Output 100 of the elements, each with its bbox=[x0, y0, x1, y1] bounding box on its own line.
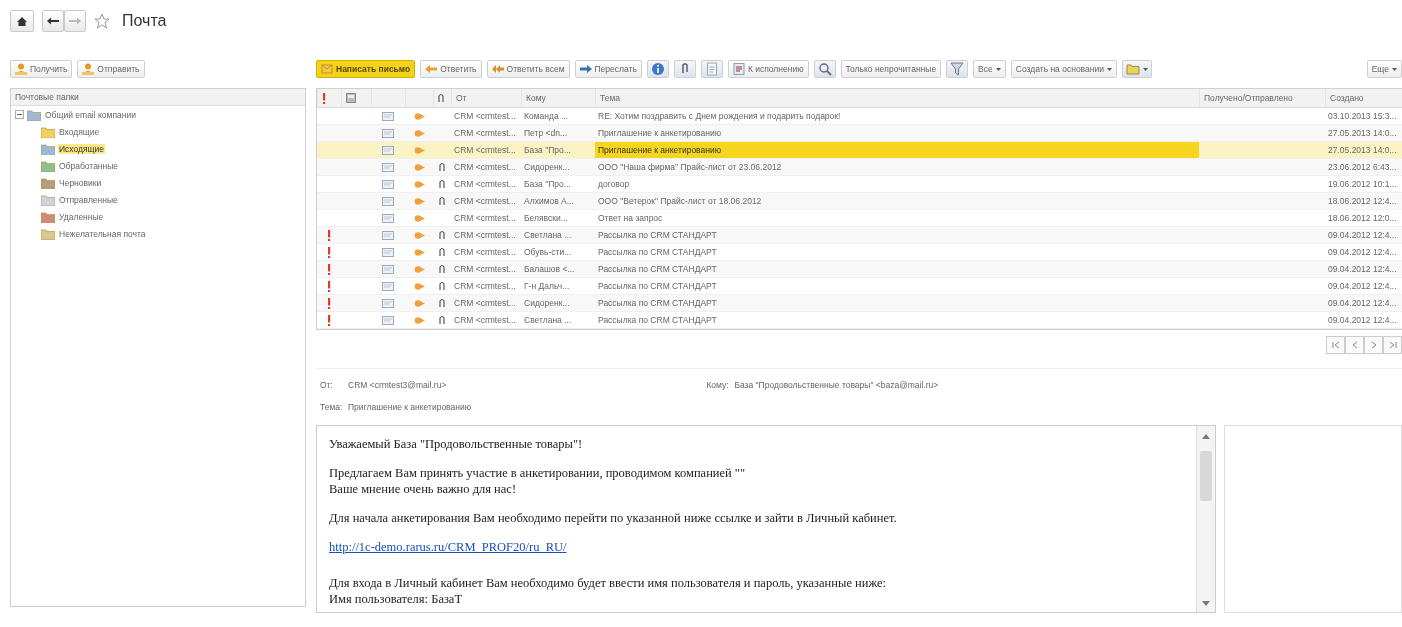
table-row[interactable]: CRM <crmtest... Балашов <... Рассылка по CRM СТАНДАРТ 09.04.2012 12:4... bbox=[317, 261, 1402, 278]
envelope-icon bbox=[382, 230, 394, 240]
folder-icon bbox=[1125, 62, 1140, 76]
collapse-icon[interactable] bbox=[15, 110, 24, 119]
toolbar-button[interactable]: Написать письмо bbox=[316, 60, 416, 78]
column-header[interactable]: Кому bbox=[521, 89, 595, 107]
table-cell-text: Обувь-сти... bbox=[523, 246, 573, 259]
previous-page-icon bbox=[1350, 341, 1359, 349]
folder-item[interactable]: Входящие bbox=[58, 126, 101, 137]
user-icon bbox=[82, 63, 95, 75]
table-cell-text: Рассылка по CRM СТАНДАРТ bbox=[597, 297, 718, 310]
pager-button[interactable] bbox=[1383, 336, 1402, 354]
field-label: Тема: bbox=[320, 402, 344, 412]
folder-item[interactable]: Отправленные bbox=[58, 194, 119, 205]
table-cell-text: 18.06.2012 12:4... bbox=[1327, 195, 1398, 208]
column-header[interactable]: Создано bbox=[1325, 89, 1402, 107]
table-cell-text: Петр <dn... bbox=[523, 127, 569, 140]
toolbar-button[interactable]: Отправить bbox=[77, 60, 145, 78]
table-row[interactable]: CRM <crmtest... Сидоренк... ООО "Наша фирма" Прайс-лист от 23.06.2012 23.06.2012 6:43... bbox=[317, 159, 1402, 176]
toolbar-button[interactable]: Переслать bbox=[574, 60, 642, 78]
table-row[interactable]: CRM <crmtest... База "Про... Приглашение к анкетированию 27.05.2013 14:0... bbox=[317, 142, 1402, 159]
toolbar-button[interactable]: Ответить bbox=[420, 60, 482, 78]
home-button[interactable] bbox=[10, 10, 34, 32]
recipient-text: База "Продовольственные товары" <baza@mail.ru> bbox=[734, 380, 939, 390]
home-icon bbox=[17, 16, 27, 26]
table-row[interactable]: CRM <crmtest... Светлана ... Рассылка по CRM СТАНДАРТ 09.04.2012 12:4... bbox=[317, 312, 1402, 329]
body-text: Ваше мнение очень важно для нас! bbox=[329, 481, 518, 497]
folder-item[interactable]: Черновики bbox=[58, 177, 103, 188]
table-cell-text: CRM <crmtest... bbox=[453, 110, 517, 123]
scroll-up-icon bbox=[1202, 434, 1210, 439]
mail-arrow-icon bbox=[413, 162, 425, 172]
table-row[interactable]: CRM <crmtest... Петр <dn... Приглашение к анкетированию 27.05.2013 14:0... bbox=[317, 125, 1402, 142]
icon-button[interactable] bbox=[813, 60, 836, 78]
icon-button[interactable] bbox=[1121, 60, 1152, 78]
table-row[interactable]: CRM <crmtest... Сидоренк... Рассылка по CRM СТАНДАРТ 09.04.2012 12:4... bbox=[317, 295, 1402, 312]
folder-item[interactable]: Общий email компании bbox=[44, 109, 137, 120]
filter-icon bbox=[950, 62, 965, 76]
folder-item[interactable]: Обработанные bbox=[58, 160, 120, 171]
pager-button[interactable] bbox=[1326, 336, 1345, 354]
mail-arrow-icon bbox=[413, 145, 425, 155]
mail-arrow-icon bbox=[413, 315, 425, 325]
table-cell-text: 19.06.2012 10:1... bbox=[1327, 178, 1398, 191]
link[interactable]: http://1c-demo.rarus.ru/CRM_PROF20/ru_RU/ bbox=[329, 539, 1184, 555]
table-cell-text: 09.04.2012 12:4... bbox=[1327, 229, 1398, 242]
dropdown-button[interactable]: Еще bbox=[1366, 60, 1402, 78]
toolbar-button[interactable]: К исполнению bbox=[727, 60, 809, 78]
column-header[interactable]: Тема bbox=[595, 89, 1199, 107]
folder-icon bbox=[41, 210, 55, 223]
icon-button[interactable] bbox=[946, 60, 969, 78]
table-cell-text: 27.05.2013 14:0... bbox=[1327, 144, 1398, 157]
document-icon bbox=[732, 63, 745, 75]
table-cell-text: RE: Хотим поздравить с Днем рождения и подарить подарок! bbox=[597, 110, 842, 123]
toolbar-button[interactable]: Только непрочитанные bbox=[840, 60, 942, 78]
table-cell-text: База "Про... bbox=[523, 178, 572, 191]
mail-arrow-icon bbox=[413, 298, 425, 308]
folder-icon bbox=[41, 159, 55, 172]
toolbar-button[interactable]: Ответить всем bbox=[486, 60, 570, 78]
table-cell-text: Светлана ... bbox=[523, 314, 573, 327]
table-row[interactable]: CRM <crmtest... Светлана ... Рассылка по CRM СТАНДАРТ 09.04.2012 12:4... bbox=[317, 227, 1402, 244]
back-arrow-icon bbox=[47, 17, 59, 25]
dropdown-button[interactable]: Создать на основании bbox=[1010, 60, 1117, 78]
toolbar-button[interactable]: Получить bbox=[10, 60, 73, 78]
user-icon bbox=[15, 63, 27, 75]
column-header[interactable]: От bbox=[451, 89, 521, 107]
scrollbar[interactable] bbox=[1196, 426, 1215, 612]
envelope-icon bbox=[382, 315, 394, 325]
column-header[interactable]: Получено/Отправлено bbox=[1199, 89, 1325, 107]
pager-button[interactable] bbox=[1345, 336, 1364, 354]
folder-item[interactable]: Удаленные bbox=[58, 211, 105, 222]
table-cell-text: CRM <crmtest... bbox=[453, 195, 517, 208]
table-cell-text: База "Про... bbox=[523, 144, 572, 157]
folder-item[interactable]: Нежелательная почта bbox=[58, 228, 147, 239]
icon-button[interactable] bbox=[700, 60, 723, 78]
dropdown-button[interactable]: Все bbox=[973, 60, 1006, 78]
back-button[interactable] bbox=[42, 10, 64, 32]
table-cell-text: 09.04.2012 12:4... bbox=[1327, 280, 1398, 293]
field-label: От: bbox=[320, 380, 334, 390]
folder-item[interactable]: Исходящие bbox=[58, 143, 106, 154]
envelope-icon bbox=[382, 298, 394, 308]
envelope-icon bbox=[382, 111, 394, 121]
table-cell-text: Г-н Дальч... bbox=[523, 280, 571, 293]
scrollbar-thumb[interactable] bbox=[1200, 451, 1212, 501]
pager-button[interactable] bbox=[1364, 336, 1383, 354]
table-cell-text: CRM <crmtest... bbox=[453, 246, 517, 259]
table-cell-text: ООО "Наша фирма" Прайс-лист от 23.06.2012 bbox=[597, 161, 783, 174]
table-cell-text: Рассылка по CRM СТАНДАРТ bbox=[597, 314, 718, 327]
table-cell-text: Ответ на запрос bbox=[597, 212, 664, 225]
table-row[interactable]: CRM <crmtest... Алхимов А... ООО "Ветерок" Прайс-лист от 18.06.2012 18.06.2012 12:4... bbox=[317, 193, 1402, 210]
table-cell-text: 18.06.2012 12:0... bbox=[1327, 212, 1398, 225]
icon-button[interactable] bbox=[673, 60, 696, 78]
table-cell-text: 09.04.2012 12:4... bbox=[1327, 263, 1398, 276]
scroll-down-icon bbox=[1202, 601, 1210, 606]
mail-arrow-icon bbox=[413, 230, 425, 240]
table-cell-text: Алхимов А... bbox=[523, 195, 575, 208]
mail-arrow-icon bbox=[413, 264, 425, 274]
icon-button[interactable] bbox=[646, 60, 669, 78]
table-cell-text: Сидоренк... bbox=[523, 161, 571, 174]
info-icon bbox=[650, 62, 665, 76]
folder-icon bbox=[41, 227, 55, 240]
subject-text: Приглашение к анкетированию bbox=[348, 402, 472, 412]
